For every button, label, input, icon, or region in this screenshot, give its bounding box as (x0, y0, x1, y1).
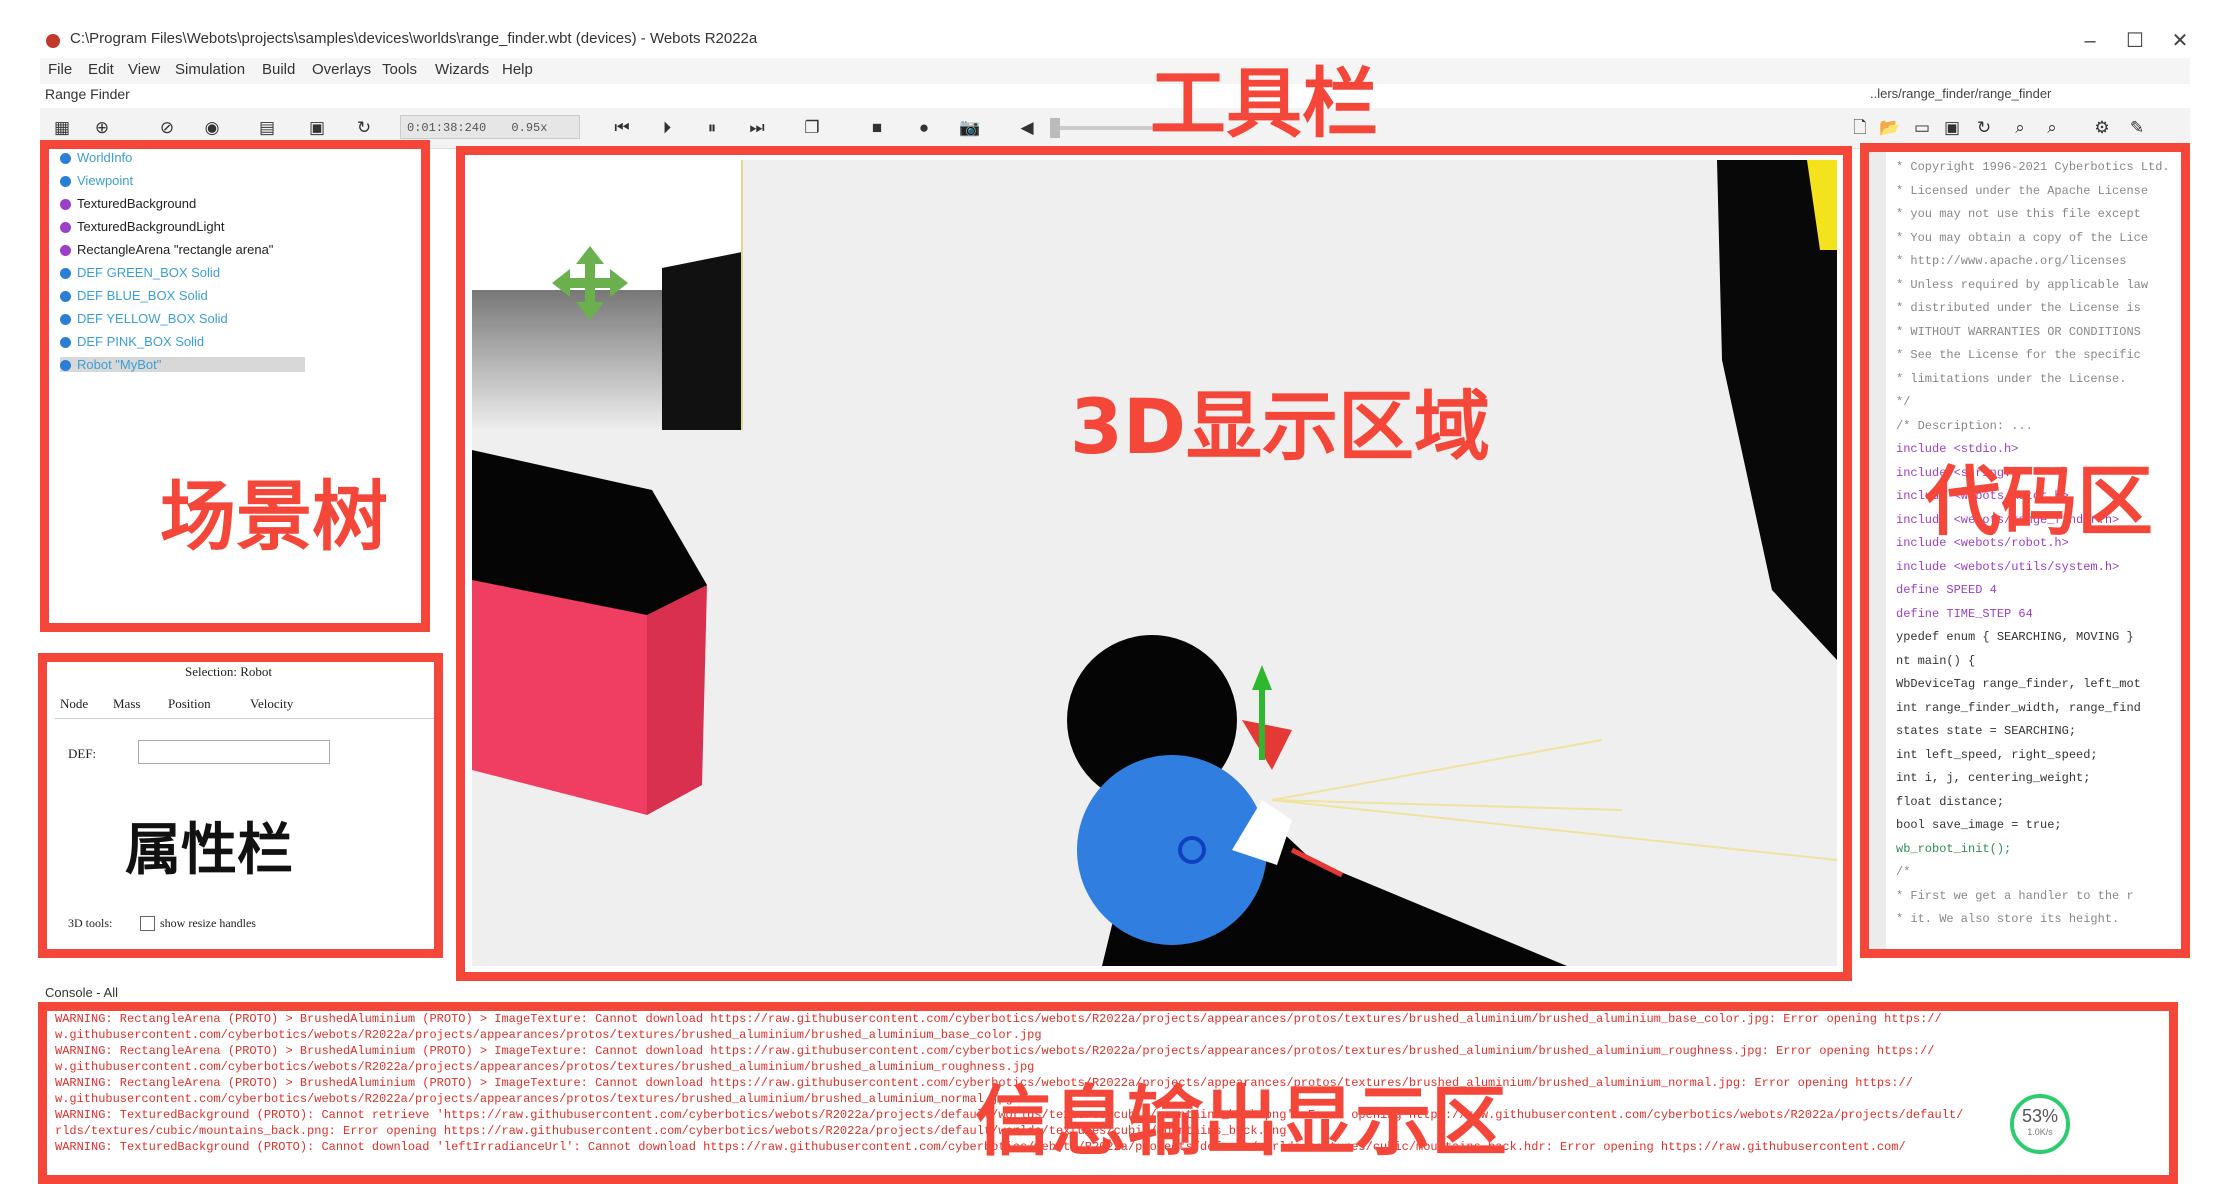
3d-view-annotation: 3D显示区域 (1070, 382, 1490, 471)
maximize-button[interactable]: ☐ (2115, 26, 2155, 56)
step-icon[interactable]: ⏵ (655, 116, 679, 140)
save-world-icon[interactable]: ▣ (305, 116, 329, 140)
open-file-icon[interactable]: 📂 (1878, 116, 1902, 140)
menu-help[interactable]: Help (502, 61, 533, 78)
menu-view[interactable]: View (128, 61, 160, 78)
pause-icon[interactable]: ⏸ (700, 116, 724, 140)
title-bar: C:\Program Files\Webots\projects\samples… (40, 22, 2190, 62)
build-icon[interactable]: ⚙ (2090, 116, 2114, 140)
fast-forward-icon[interactable]: ⏭ (745, 116, 769, 140)
open-world-icon[interactable]: ▤ (255, 116, 279, 140)
editor-tab-path[interactable]: ..lers/range_finder/range_finder (1870, 86, 2051, 101)
rendering-icon[interactable]: ❐ (800, 116, 824, 140)
minimize-button[interactable]: – (2070, 26, 2110, 56)
menu-build[interactable]: Build (262, 61, 295, 78)
menu-edit[interactable]: Edit (88, 61, 114, 78)
menu-overlays[interactable]: Overlays (312, 61, 371, 78)
find-icon[interactable]: ⌕ (2008, 116, 2032, 140)
stop-recording-icon[interactable]: ■ (865, 116, 889, 140)
reset-simulation-icon[interactable]: ⏮ (610, 116, 634, 140)
menu-wizards[interactable]: Wizards (435, 61, 489, 78)
save-all-icon[interactable]: ▣ (1940, 116, 1964, 140)
clean-icon[interactable]: ✎ (2125, 116, 2149, 140)
console-annotation: 信息输出显示区 (975, 1077, 1507, 1166)
simulation-time: 0:01:38:240 0.95x (400, 115, 580, 139)
reload-world-icon[interactable]: ↻ (352, 116, 376, 140)
help-icon[interactable]: ◉ (200, 116, 224, 140)
record-icon[interactable]: ● (912, 116, 936, 140)
code-annotation: 代码区 (1925, 457, 2153, 546)
view-icon[interactable]: ▦ (50, 116, 74, 140)
webots-logo-icon (46, 34, 60, 48)
menu-tools[interactable]: Tools (382, 61, 417, 78)
time-value: 0:01:38:240 (407, 121, 487, 135)
replace-icon[interactable]: ⌕ (2040, 116, 2064, 140)
scene-tree-annotation: 场景树 (160, 472, 388, 561)
revert-file-icon[interactable]: ↻ (1972, 116, 1996, 140)
scene-tree-title: Range Finder (45, 86, 130, 102)
toolbar-annotation: 工具栏 (1150, 59, 1378, 148)
new-file-icon[interactable]: 🗋 (1848, 116, 1872, 140)
menu-simulation[interactable]: Simulation (175, 61, 245, 78)
3d-view-highlight (456, 146, 1852, 981)
delete-node-icon[interactable]: ⊘ (155, 116, 179, 140)
save-file-icon[interactable]: ▭ (1910, 116, 1934, 140)
add-node-icon[interactable]: ⊕ (90, 116, 114, 140)
close-button[interactable]: ✕ (2160, 26, 2200, 56)
screenshot-icon[interactable]: 📷 (958, 116, 982, 140)
volume-icon[interactable]: ◀ (1015, 116, 1039, 140)
code-area-highlight (1860, 143, 2190, 958)
speed-value: 0.95x (511, 121, 548, 135)
console-title: Console - All (45, 985, 118, 1000)
menu-file[interactable]: File (48, 61, 72, 78)
menu-bar: File Edit View Simulation Build Overlays… (40, 58, 2190, 84)
window-title: C:\Program Files\Webots\projects\samples… (70, 30, 758, 47)
fields-annotation: 属性栏 (125, 817, 293, 883)
